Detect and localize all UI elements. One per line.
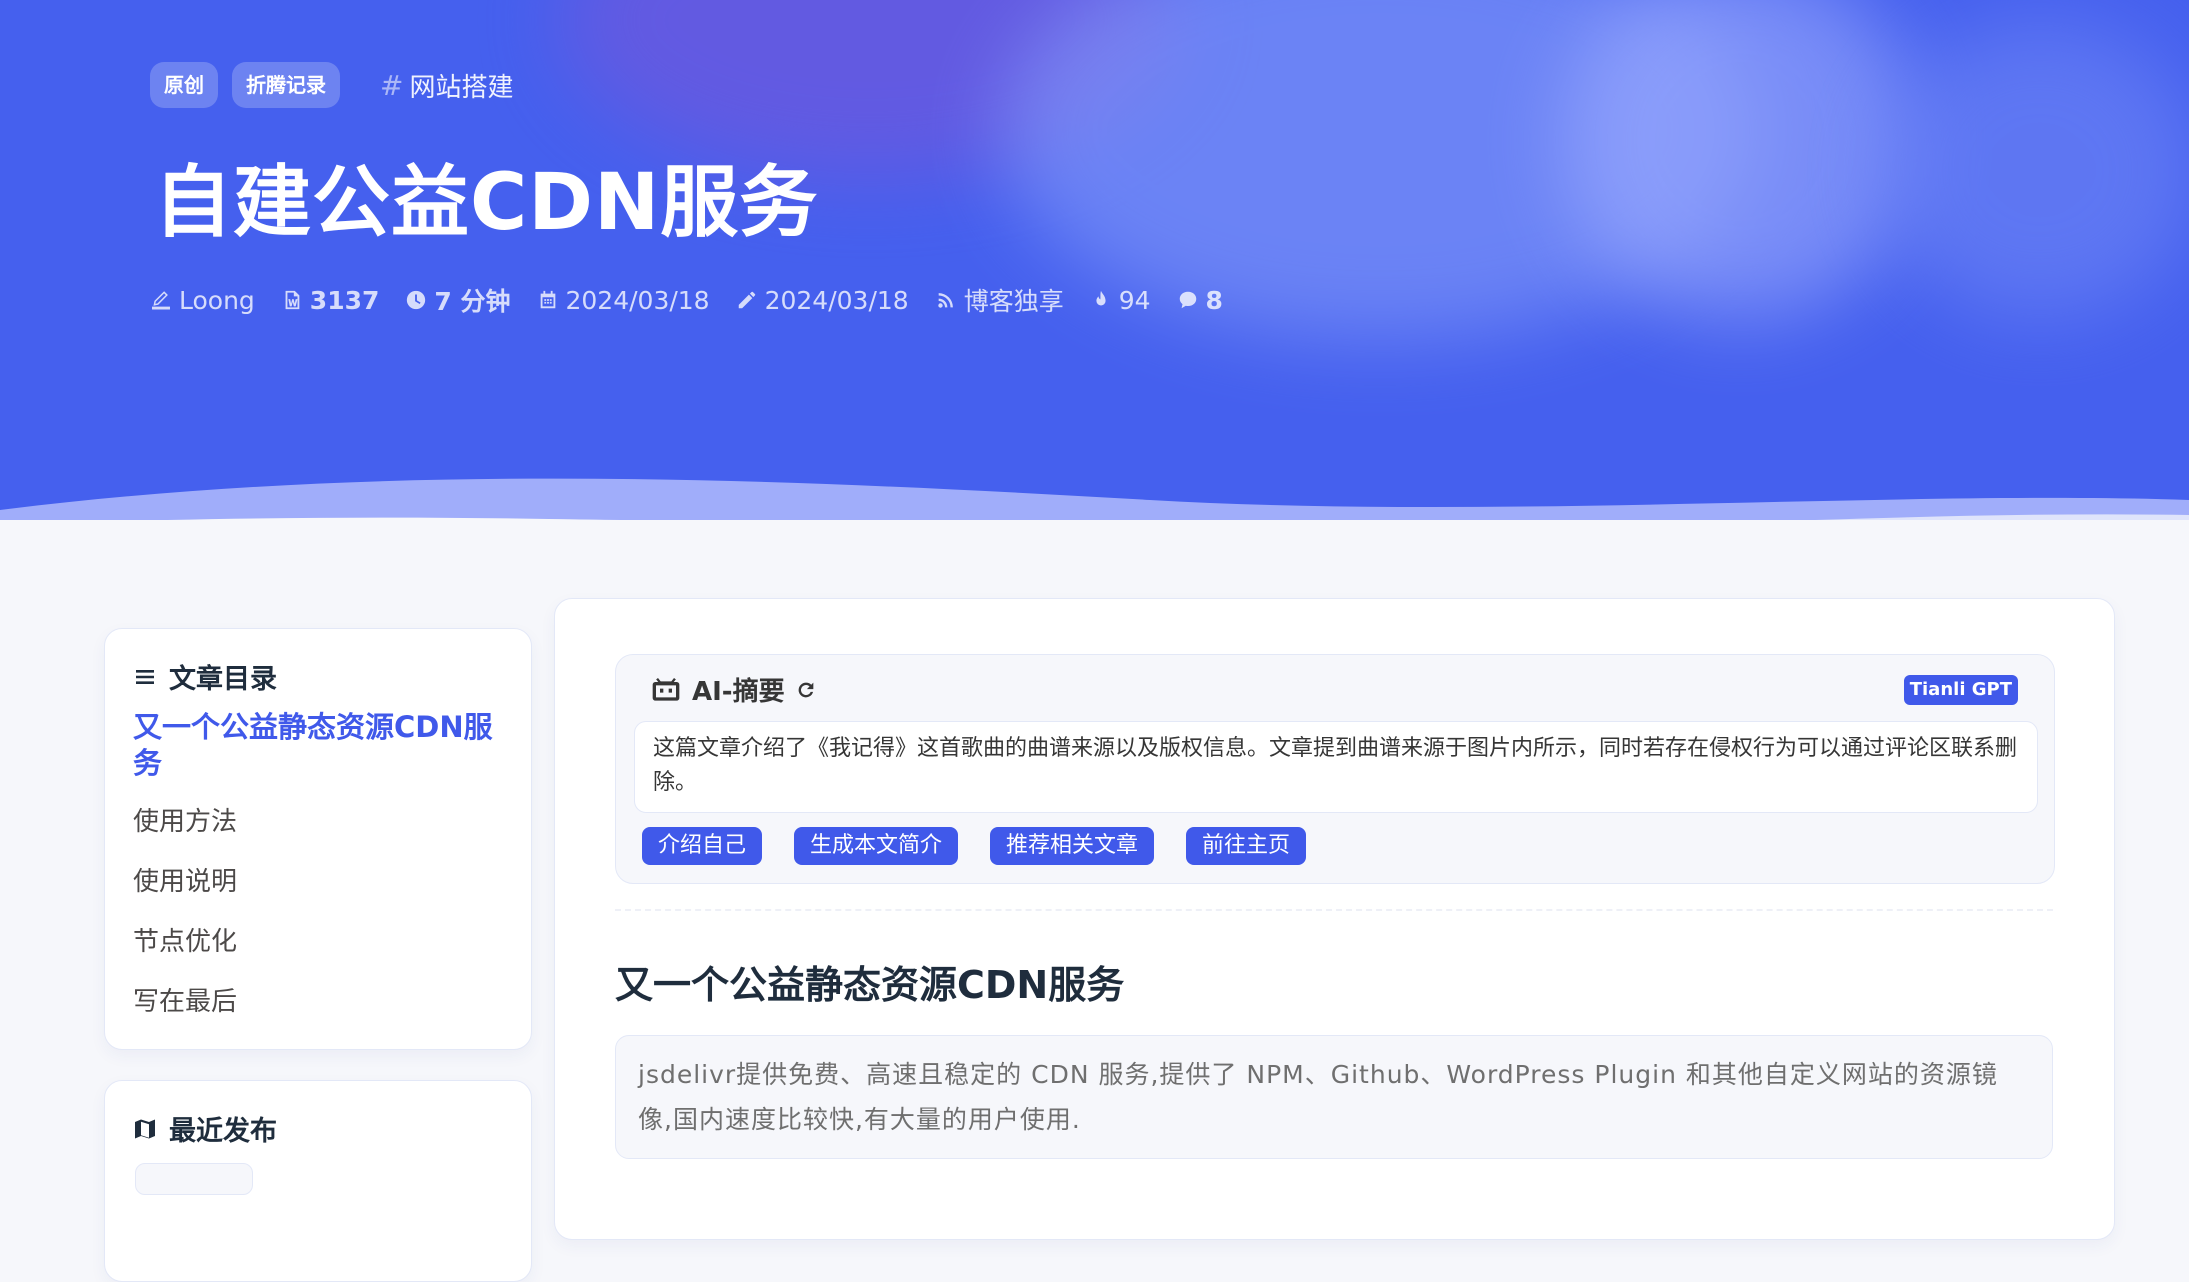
fire-icon (1096, 290, 1106, 306)
ai-summary-box: AI-摘要 Tianli GPT 这篇文章介绍了《我记得》这首歌曲的曲谱来源以及… (615, 654, 2055, 884)
word-count-value: 3137 (309, 285, 380, 315)
meta-read-time: 7 分钟 (405, 282, 511, 318)
views-count: 94 (1118, 285, 1151, 315)
meta-comments[interactable]: 8 (1177, 286, 1223, 315)
content-divider (615, 909, 2053, 911)
post-meta: Loong 3137 7 分钟 2024/03/18 2024/03/18 博客… (150, 282, 1223, 318)
ai-summary-title: AI-摘要 (692, 677, 785, 707)
calendar-icon (540, 290, 555, 309)
ai-summary-header: AI-摘要 (650, 671, 817, 708)
toc-item[interactable]: 节点优化 (133, 923, 507, 961)
author-name: Loong (179, 285, 255, 315)
post-header: 原创 折腾记录 # 网站搭建 自建公益CDN服务 Loong 3137 7 分钟 (0, 0, 2189, 520)
pen-icon (152, 291, 170, 310)
post-content: AI-摘要 Tianli GPT 这篇文章介绍了《我记得》这首歌曲的曲谱来源以及… (554, 598, 2115, 1240)
hash-icon: # (380, 68, 404, 102)
toc-header: 文章目录 (133, 657, 277, 696)
go-home-button[interactable]: 前往主页 (1186, 827, 1307, 865)
category-link[interactable]: # 网站搭建 (380, 67, 513, 104)
page-title: 自建公益CDN服务 (154, 158, 819, 248)
ai-model-badge[interactable]: Tianli GPT (1903, 675, 2018, 705)
map-icon (135, 1119, 155, 1138)
list-icon (136, 669, 154, 684)
robot-icon (652, 677, 680, 701)
recent-posts-card: 最近发布 (104, 1080, 532, 1282)
refresh-icon[interactable] (795, 679, 817, 701)
category-label: 网站搭建 (409, 72, 514, 103)
article-heading: 又一个公益静态资源CDN服务 (615, 963, 1125, 1007)
meta-author[interactable]: Loong (150, 286, 255, 315)
header-tags: 原创 折腾记录 # 网站搭建 (150, 62, 513, 108)
meta-views: 94 (1090, 286, 1151, 315)
tag-original[interactable]: 原创 (150, 62, 218, 108)
toc-item[interactable]: 使用说明 (133, 863, 507, 901)
meta-word-count: 3137 (281, 285, 380, 315)
recent-posts-title: 最近发布 (169, 1116, 277, 1147)
meta-updated: 2024/03/18 (736, 286, 909, 315)
recent-post-thumbnail[interactable] (135, 1163, 253, 1195)
edit-pencil-icon (738, 291, 755, 309)
comment-icon (1179, 291, 1196, 309)
rss-icon (937, 293, 953, 308)
header-content: 原创 折腾记录 # 网站搭建 自建公益CDN服务 Loong 3137 7 分钟 (150, 0, 2189, 520)
meta-published: 2024/03/18 (537, 286, 710, 315)
recommend-articles-button[interactable]: 推荐相关文章 (990, 827, 1155, 865)
generate-summary-button[interactable]: 生成本文简介 (794, 827, 959, 865)
ai-summary-text: 这篇文章介绍了《我记得》这首歌曲的曲谱来源以及版权信息。文章提到曲谱来源于图片内… (634, 721, 2038, 813)
updated-date: 2024/03/18 (764, 285, 909, 315)
tag-tinkering[interactable]: 折腾记录 (232, 62, 340, 108)
header-wave (0, 478, 2189, 520)
read-time-value: 7 分钟 (434, 287, 511, 316)
clock-icon (407, 290, 426, 310)
toc-list: 又一个公益静态资源CDN服务 使用方法 使用说明 节点优化 写在最后 (133, 709, 507, 1021)
toc-item[interactable]: 写在最后 (133, 983, 507, 1021)
toc-item-active[interactable]: 又一个公益静态资源CDN服务 (133, 709, 507, 781)
ai-action-buttons: 介绍自己 生成本文简介 推荐相关文章 前往主页 (642, 827, 1307, 865)
article-blockquote: jsdelivr提供免费、高速且稳定的 CDN 服务,提供了 NPM、Githu… (615, 1035, 2053, 1159)
toc-title: 文章目录 (169, 664, 277, 695)
introduce-self-button[interactable]: 介绍自己 (642, 827, 763, 865)
published-date: 2024/03/18 (565, 285, 710, 315)
toc-item[interactable]: 使用方法 (133, 803, 507, 841)
recent-posts-header: 最近发布 (133, 1109, 277, 1148)
word-count-icon (285, 290, 300, 310)
source-label: 博客独享 (963, 287, 1064, 316)
toc-card: 文章目录 又一个公益静态资源CDN服务 使用方法 使用说明 节点优化 写在最后 (104, 628, 532, 1050)
comments-count: 8 (1205, 285, 1223, 315)
meta-source: 博客独享 (935, 282, 1064, 318)
